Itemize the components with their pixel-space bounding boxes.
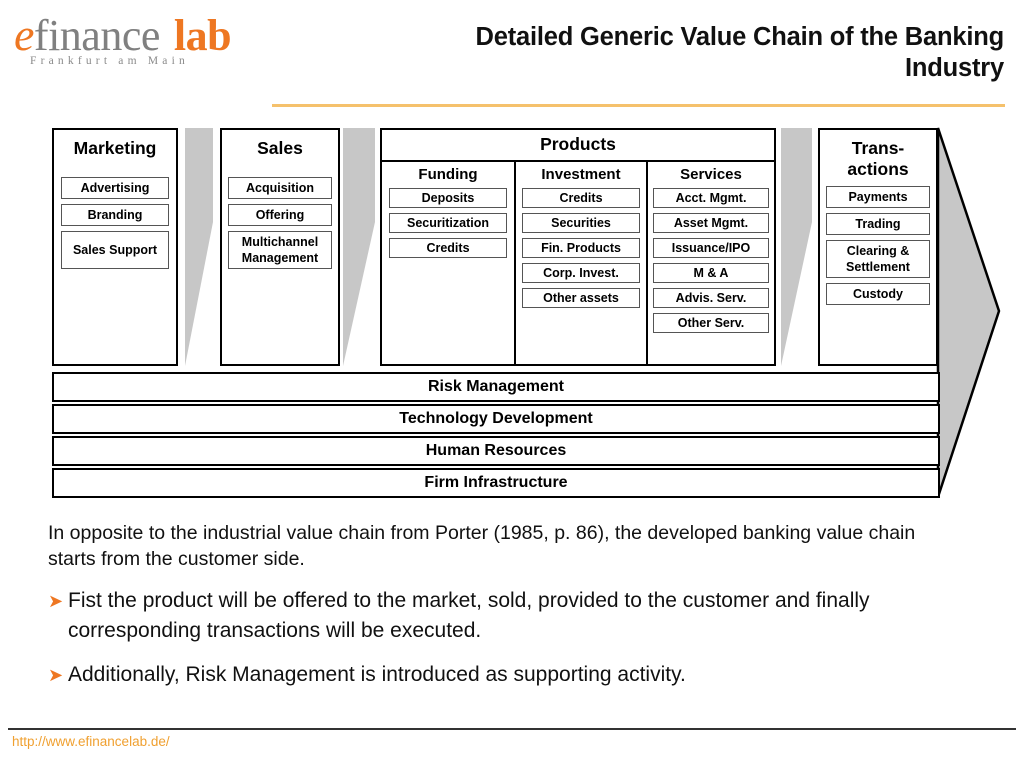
bullet-item-2-text: Additionally, Risk Management is introdu…: [68, 663, 686, 686]
chip-advis-serv[interactable]: Advis. Serv.: [653, 288, 769, 308]
intro-paragraph: In opposite to the industrial value chai…: [48, 522, 916, 570]
chip-securitization[interactable]: Securitization: [389, 213, 507, 233]
stage-marketing-title: Marketing: [73, 138, 157, 158]
support-bar-firm-infrastructure[interactable]: Firm Infrastructure: [52, 468, 940, 498]
stage-transactions[interactable]: Trans- actions Payments Trading Clearing…: [818, 128, 938, 366]
body-text: In opposite to the industrial value chai…: [0, 520, 1024, 704]
chip-acct-mgmt[interactable]: Acct. Mgmt.: [653, 188, 769, 208]
chip-deposits[interactable]: Deposits: [389, 188, 507, 208]
chip-advertising[interactable]: Advertising: [61, 177, 169, 199]
value-chain-diagram: Marketing Advertising Branding Sales Sup…: [0, 0, 1024, 520]
stage-sales-title: Sales: [257, 138, 303, 158]
stage-marketing[interactable]: Marketing Advertising Branding Sales Sup…: [52, 128, 178, 366]
chip-securities[interactable]: Securities: [522, 213, 640, 233]
stage-products-title: Products: [382, 130, 774, 162]
chip-payments[interactable]: Payments: [826, 186, 930, 208]
chip-custody[interactable]: Custody: [826, 283, 930, 305]
support-bar-technology-development[interactable]: Technology Development: [52, 404, 940, 434]
stage-products[interactable]: Products Funding Deposits Securitization…: [380, 128, 776, 366]
bullet-item-2: ➤ Additionally, Risk Management is intro…: [0, 660, 1024, 690]
chip-other-assets[interactable]: Other assets: [522, 288, 640, 308]
products-column-services-title: Services: [680, 166, 742, 183]
chip-sales-support[interactable]: Sales Support: [61, 231, 169, 269]
chip-offering[interactable]: Offering: [228, 204, 332, 226]
slide: efinance lab Frankfurt am Main Detailed G…: [0, 0, 1024, 768]
arrow-bullet-icon: ➤: [48, 591, 64, 611]
bullet-item-1-text: Fist the product will be offered to the …: [68, 589, 870, 642]
chip-issuance-ipo[interactable]: Issuance/IPO: [653, 238, 769, 258]
chevron-arrow-1: [185, 128, 213, 366]
chip-corp-invest[interactable]: Corp. Invest.: [522, 263, 640, 283]
products-column-investment-title: Investment: [541, 166, 621, 183]
chip-multichannel-management[interactable]: Multichannel Management: [228, 231, 332, 269]
footer-url-link[interactable]: http://www.efinancelab.de/: [12, 734, 170, 749]
chip-fin-products[interactable]: Fin. Products: [522, 238, 640, 258]
chip-credits-investment[interactable]: Credits: [522, 188, 640, 208]
chip-credits-funding[interactable]: Credits: [389, 238, 507, 258]
chip-branding[interactable]: Branding: [61, 204, 169, 226]
products-column-investment[interactable]: Investment Credits Securities Fin. Produ…: [514, 162, 646, 364]
products-columns: Funding Deposits Securitization Credits …: [382, 162, 774, 364]
footer-divider: [8, 728, 1016, 730]
chip-clearing-settlement[interactable]: Clearing & Settlement: [826, 240, 930, 278]
chip-acquisition[interactable]: Acquisition: [228, 177, 332, 199]
chip-asset-mgmt[interactable]: Asset Mgmt.: [653, 213, 769, 233]
chip-trading[interactable]: Trading: [826, 213, 930, 235]
stage-transactions-title: Trans- actions: [847, 138, 909, 179]
chip-m-and-a[interactable]: M & A: [653, 263, 769, 283]
big-right-arrow: [936, 127, 1001, 498]
chip-other-serv[interactable]: Other Serv.: [653, 313, 769, 333]
products-column-funding[interactable]: Funding Deposits Securitization Credits: [382, 162, 514, 364]
stage-sales[interactable]: Sales Acquisition Offering Multichannel …: [220, 128, 340, 366]
products-column-services[interactable]: Services Acct. Mgmt. Asset Mgmt. Issuanc…: [646, 162, 774, 364]
support-bar-risk-management[interactable]: Risk Management: [52, 372, 940, 402]
bullet-item-1: ➤ Fist the product will be offered to th…: [0, 586, 1024, 646]
chevron-arrow-2: [343, 128, 375, 366]
arrow-bullet-icon: ➤: [48, 665, 64, 685]
chevron-arrow-3: [781, 128, 812, 366]
support-bar-human-resources[interactable]: Human Resources: [52, 436, 940, 466]
products-column-funding-title: Funding: [418, 166, 478, 183]
